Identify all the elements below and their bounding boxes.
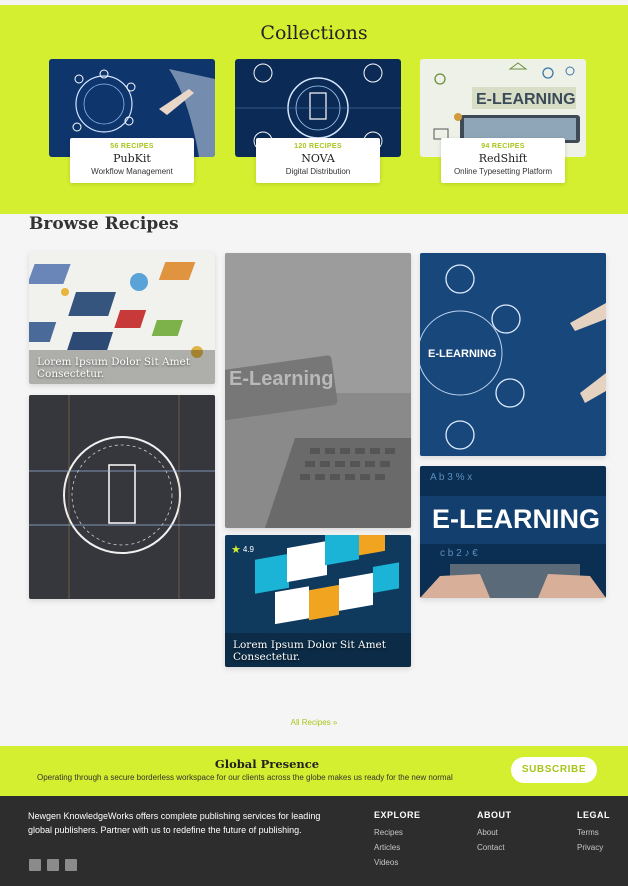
social-icon[interactable] [29,859,41,871]
collection-info: 56 RECIPES PubKit Workflow Management [70,138,194,183]
collection-name: NOVA [301,152,335,165]
footer-legal-heading: LEGAL [577,810,610,820]
all-recipes-link[interactable]: All Recipes » [0,718,628,727]
recipe-tile[interactable] [29,395,215,599]
global-presence-title: Global Presence [214,757,320,771]
rating-value: 4.9 [242,545,254,554]
collection-card-redshift[interactable]: E-LEARNING 94 RECIPES RedShift Online Ty… [420,59,586,183]
footer-link-terms[interactable]: Terms [577,828,610,837]
recipe-tile-caption: Lorem Ipsum Dolor Sit Amet Consectetur. [37,356,190,380]
subscribe-button[interactable]: SUBSCRIBE [511,757,597,783]
footer-legal-column: LEGAL Terms Privacy [577,810,610,858]
collection-count: 56 RECIPES [110,143,154,150]
collection-info: 94 RECIPES RedShift Online Typesetting P… [441,138,565,183]
footer-description: Newgen KnowledgeWorks offers complete pu… [28,811,321,835]
collection-count: 120 RECIPES [294,143,342,150]
global-presence-text: Operating through a secure borderless wo… [37,773,453,782]
recipe-tile[interactable]: E-LEARNING [420,253,606,456]
footer-about-heading: ABOUT [477,810,512,820]
footer-explore-heading: EXPLORE [374,810,421,820]
collection-card-pubkit[interactable]: 56 RECIPES PubKit Workflow Management [49,59,215,183]
svg-text:E-Learning: E-Learning [229,368,333,390]
collection-subtitle: Workflow Management [91,167,173,176]
svg-text:E-LEARNING: E-LEARNING [432,504,600,534]
footer-link-about[interactable]: About [477,828,512,837]
recipe-tile[interactable]: E-Learning [225,253,411,528]
footer-explore-column: EXPLORE Recipes Articles Videos [374,810,421,873]
collection-name: PubKit [113,152,151,165]
collection-info: 120 RECIPES NOVA Digital Distribution [256,138,380,183]
recipe-tile[interactable]: Lorem Ipsum Dolor Sit Amet Consectetur. [29,252,215,384]
recipe-tile-caption: Lorem Ipsum Dolor Sit Amet Consectetur. [233,639,386,663]
footer-link-recipes[interactable]: Recipes [374,828,421,837]
footer-link-articles[interactable]: Articles [374,843,421,852]
footer-link-contact[interactable]: Contact [477,843,512,852]
recipe-rating: ★ 4.9 [231,543,254,556]
collection-card-nova[interactable]: 120 RECIPES NOVA Digital Distribution [235,59,401,183]
footer-link-privacy[interactable]: Privacy [577,843,610,852]
collections-section: Collections 56 RECIPES PubKit Workflow M… [0,5,628,214]
recipe-tile[interactable]: ★ 4.9 Lorem Ipsum Dolor Sit Amet Consect… [225,535,411,667]
collections-title: Collections [260,22,368,44]
global-presence-section: Global Presence Operating through a secu… [0,746,628,796]
collection-name: RedShift [478,152,528,165]
collection-subtitle: Digital Distribution [285,167,351,176]
social-icon[interactable] [65,859,77,871]
star-icon: ★ [231,544,241,556]
svg-text:E-LEARNING: E-LEARNING [476,91,576,108]
recipe-tile[interactable]: E-LEARNING A b 3 % x c b 2 ♪ € [420,466,606,598]
footer-about-column: ABOUT About Contact [477,810,512,858]
svg-text:E-LEARNING: E-LEARNING [428,348,496,360]
svg-text:A b 3 % x: A b 3 % x [430,472,472,483]
footer-link-videos[interactable]: Videos [374,858,421,867]
footer: Newgen KnowledgeWorks offers complete pu… [0,796,628,886]
social-icon[interactable] [47,859,59,871]
collection-subtitle: Online Typesetting Platform [453,167,553,176]
browse-recipes-title: Browse Recipes [29,214,179,234]
collection-count: 94 RECIPES [481,143,525,150]
svg-text:c b 2 ♪ €: c b 2 ♪ € [440,548,478,559]
